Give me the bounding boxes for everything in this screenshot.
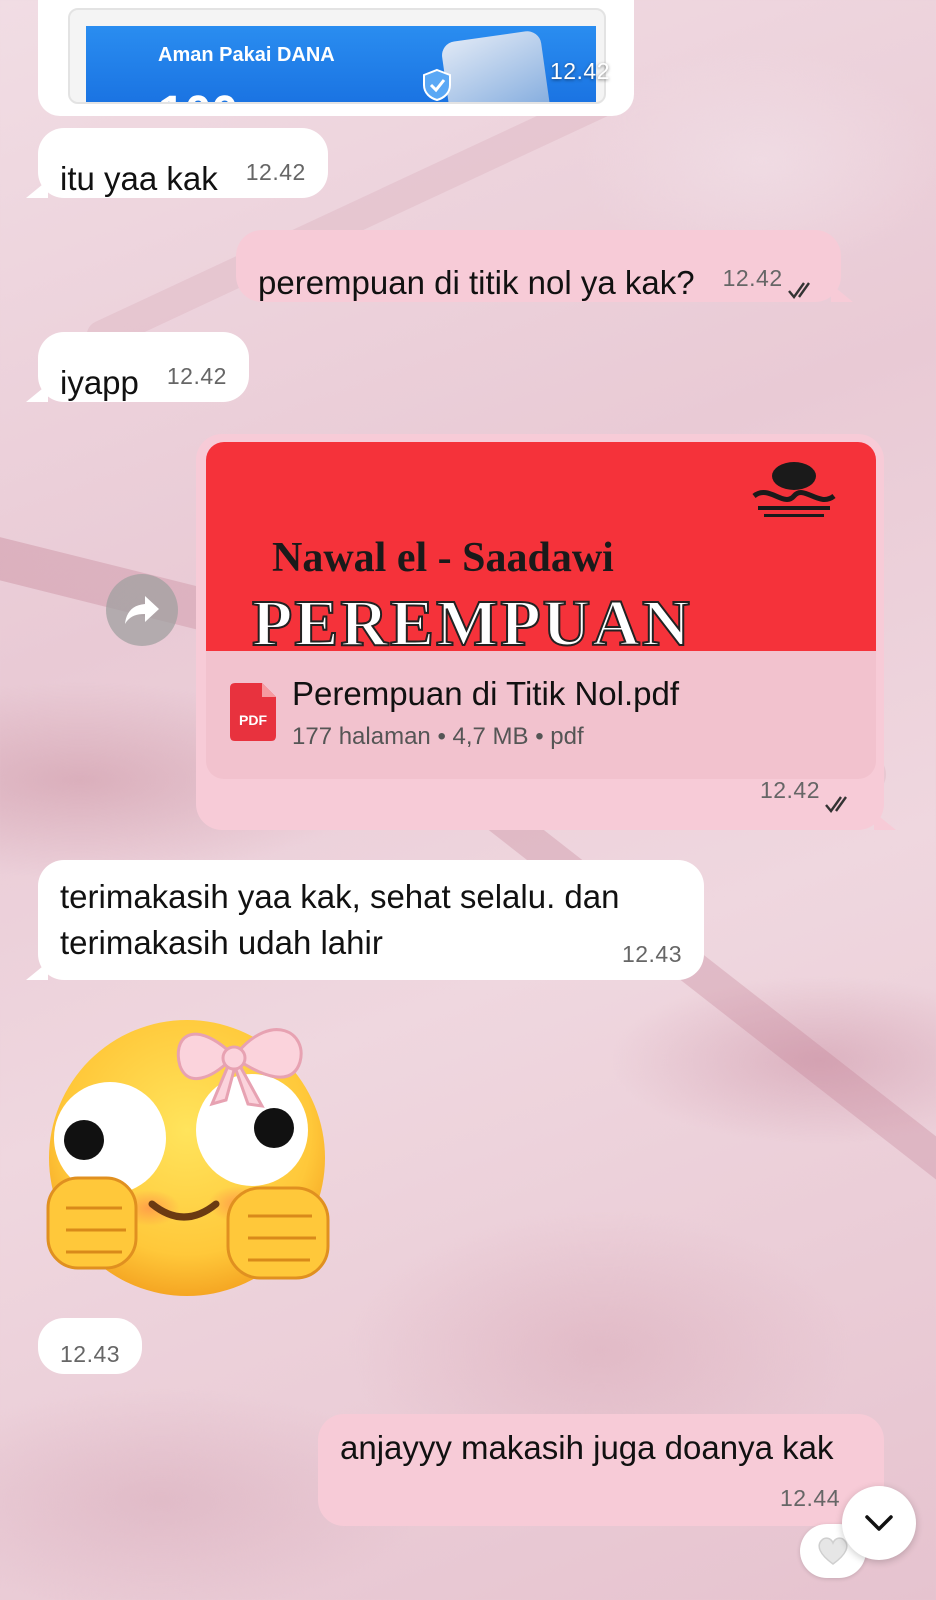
message-time: 12.43 xyxy=(60,1341,121,1367)
banner-text: Aman Pakai DANA xyxy=(158,44,335,66)
incoming-message[interactable]: itu yaa kak 12.42 xyxy=(26,128,328,198)
message-text: anjayyy makasih juga doanya kak xyxy=(340,1429,834,1466)
message-text: iyapp xyxy=(60,364,139,401)
cover-author: Nawal el - Saadawi xyxy=(272,535,614,581)
outgoing-message[interactable]: perempuan di titik nol ya kak? 12.42 xyxy=(236,230,853,302)
document-message[interactable]: Nawal el - Saadawi PEREMPUAN PDF Perempu… xyxy=(196,434,896,830)
message-status: 12.42 xyxy=(759,777,856,813)
incoming-message[interactable]: iyapp 12.42 xyxy=(26,332,249,402)
background-ribbon xyxy=(81,74,639,356)
message-text-line: terimakasih udah lahir xyxy=(60,924,383,961)
message-text: perempuan di titik nol ya kak? xyxy=(258,264,695,301)
image-message[interactable]: Aman Pakai DANA 100 12.42 xyxy=(38,0,634,116)
double-check-icon xyxy=(824,784,856,813)
message-text-line: terimakasih yaa kak, sehat selalu. dan xyxy=(60,878,620,915)
double-check-icon xyxy=(787,270,819,299)
document-preview[interactable]: Nawal el - Saadawi PEREMPUAN xyxy=(206,442,876,651)
message-time: 12.42 xyxy=(166,363,227,389)
cover-title: PEREMPUAN xyxy=(251,586,692,651)
document-info[interactable]: PDF Perempuan di Titik Nol.pdf 177 halam… xyxy=(206,651,876,779)
document-meta: 177 halaman • 4,7 MB • pdf xyxy=(292,723,584,750)
message-time: 12.44 xyxy=(779,1485,840,1511)
background-ribbon xyxy=(443,768,936,1226)
message-text: itu yaa kak xyxy=(60,160,218,197)
shy-emoji-sticker[interactable] xyxy=(42,1008,342,1308)
scroll-down-button[interactable] xyxy=(842,1486,916,1560)
shield-icon xyxy=(423,68,451,102)
share-button[interactable] xyxy=(106,574,178,646)
message-time: 12.42 xyxy=(722,265,783,291)
incoming-message[interactable]: terimakasih yaa kak, sehat selalu. dan t… xyxy=(26,860,704,980)
share-icon xyxy=(125,596,159,624)
message-time: 12.42 xyxy=(759,777,820,803)
chevron-down-icon xyxy=(865,1515,893,1531)
message-time: 12.42 xyxy=(549,58,610,84)
outgoing-message[interactable]: anjayyy makasih juga doanya kak 12.44 xyxy=(318,1414,896,1526)
heart-icon xyxy=(818,1537,848,1565)
sticker-time-badge: 12.43 xyxy=(38,1318,143,1374)
dana-banner-image: Aman Pakai DANA 100 xyxy=(86,26,596,102)
phone-image xyxy=(440,29,552,102)
banner-big-number: 100 xyxy=(158,86,238,102)
image-preview[interactable]: Aman Pakai DANA 100 xyxy=(68,8,606,104)
document-name: Perempuan di Titik Nol.pdf xyxy=(292,675,680,712)
pdf-icon-label: PDF xyxy=(239,712,267,728)
message-time: 12.42 xyxy=(245,159,306,185)
publisher-logo xyxy=(752,462,836,517)
message-time: 12.43 xyxy=(621,941,682,967)
pdf-file-icon: PDF xyxy=(230,683,276,741)
